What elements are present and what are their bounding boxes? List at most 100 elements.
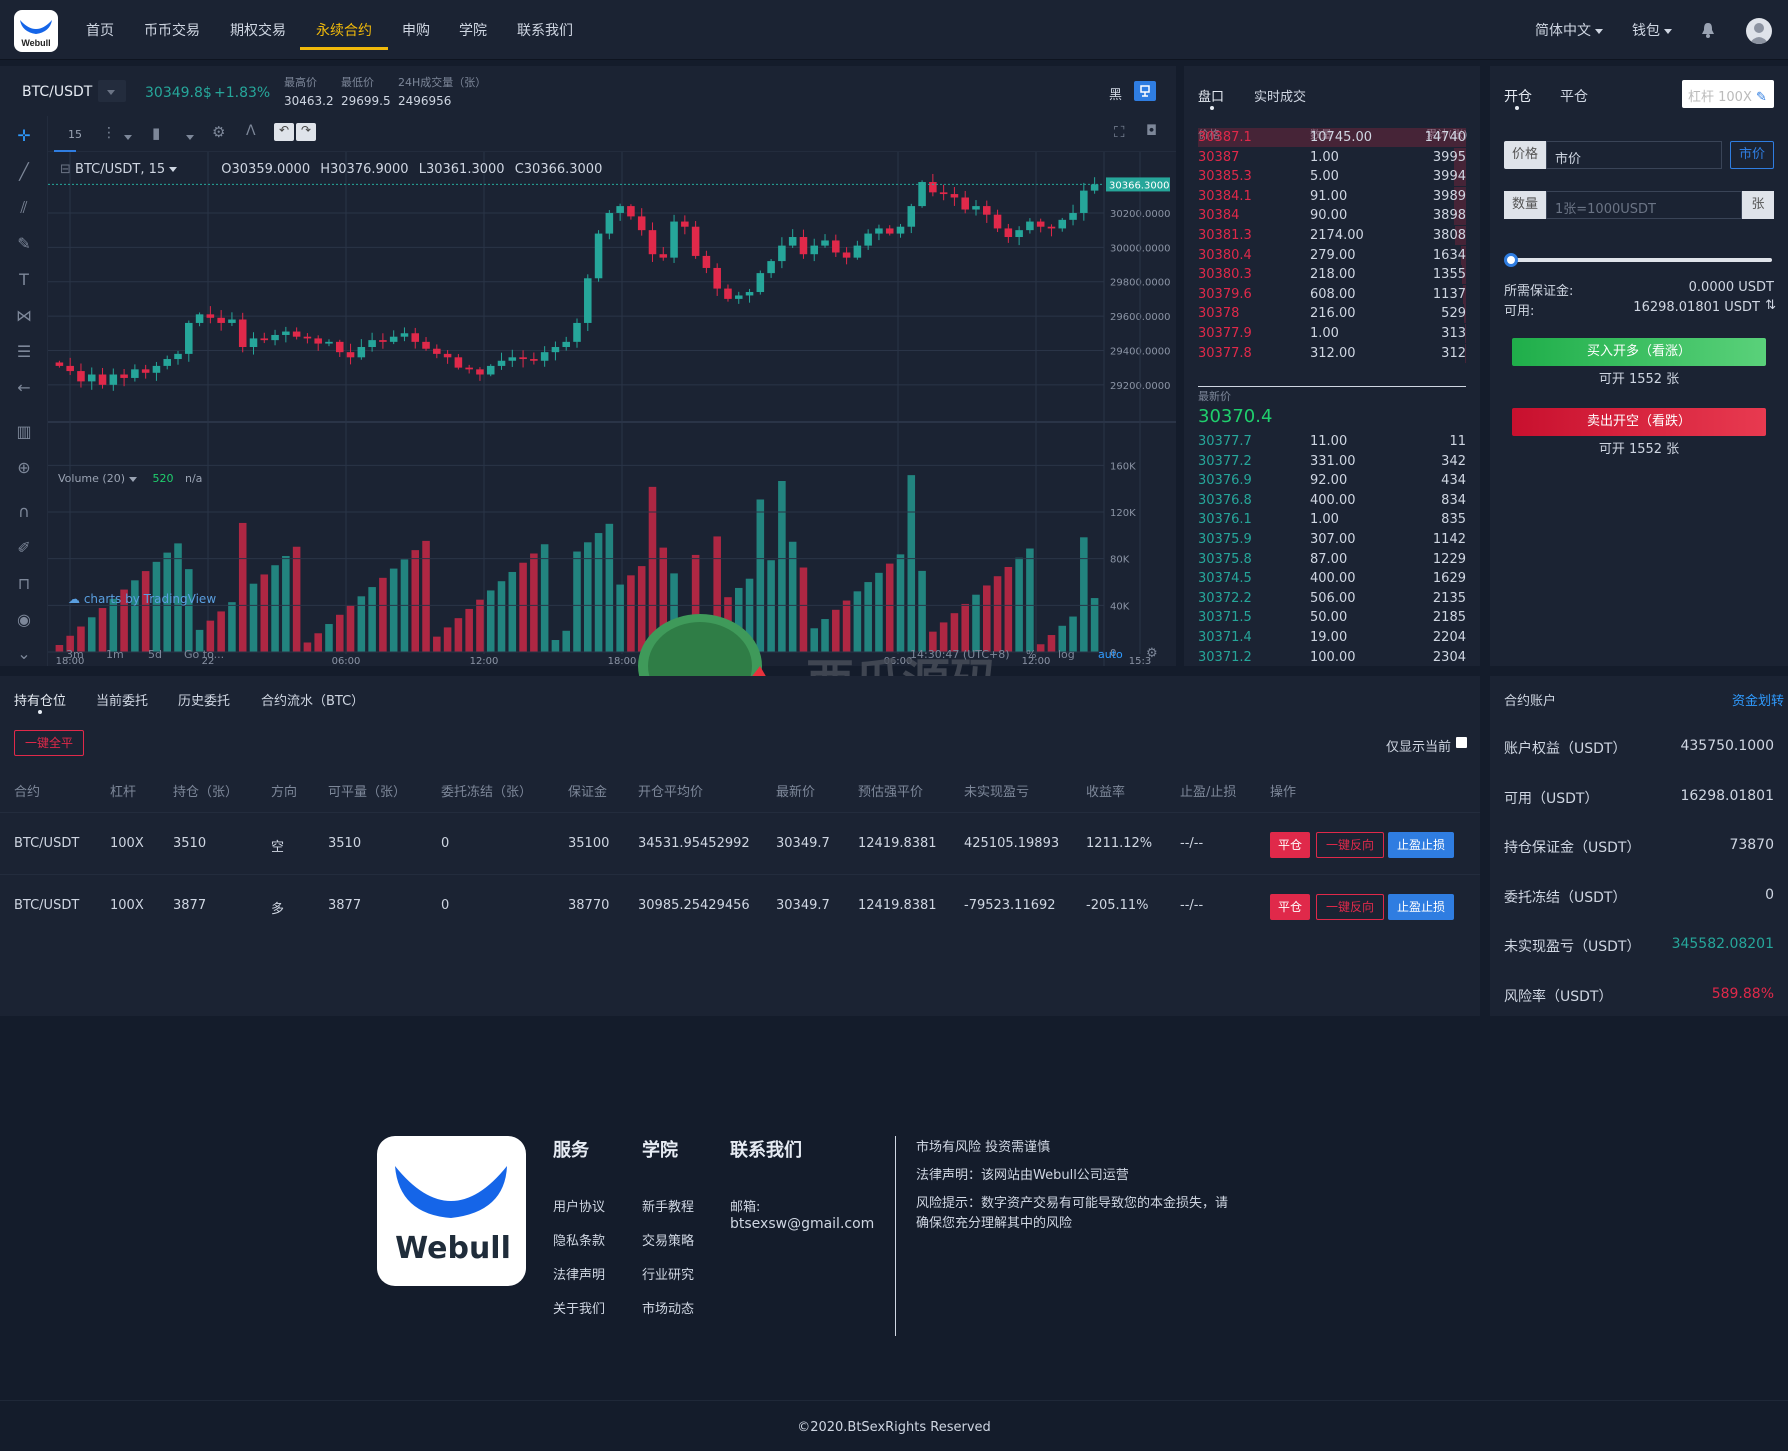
lock-drawing-icon[interactable]: ✐ xyxy=(12,538,36,560)
tab-order-history[interactable]: 历史委托 xyxy=(178,690,230,709)
percent-scale-toggle[interactable]: % xyxy=(1026,648,1036,661)
transfer-icon[interactable]: ⇅ xyxy=(1765,298,1776,313)
volume-label[interactable]: Volume (20) xyxy=(58,472,125,485)
camera-icon[interactable]: ◘ xyxy=(1146,123,1157,139)
arrow-left-icon[interactable]: ← xyxy=(12,378,36,400)
range-5d[interactable]: 5d xyxy=(148,648,162,661)
ask-row[interactable]: 30384 90.00 3898 xyxy=(1198,206,1466,226)
chevron-down-icon[interactable] xyxy=(120,130,132,145)
avatar[interactable] xyxy=(1746,18,1772,44)
ask-row[interactable]: 30377.9 1.00 313 xyxy=(1198,324,1466,343)
eye-icon[interactable]: ◉ xyxy=(12,610,36,632)
bid-row[interactable]: 30371.2 100.00 2304 xyxy=(1198,648,1466,667)
tab-open[interactable]: 开仓 xyxy=(1504,86,1532,106)
measure-icon[interactable]: ☰ xyxy=(12,342,36,364)
fullscreen-icon[interactable]: ⛶ xyxy=(1114,123,1125,141)
bid-row[interactable]: 30372.2 506.00 2135 xyxy=(1198,589,1466,608)
tab-positions[interactable]: 持有仓位 xyxy=(14,690,66,709)
nav-perpetual[interactable]: 永续合约 xyxy=(316,20,372,40)
nav-contact[interactable]: 联系我们 xyxy=(517,20,573,40)
footer-link-research[interactable]: 行业研究 xyxy=(642,1264,694,1283)
ask-row[interactable]: 30384.1 91.00 3989 xyxy=(1198,186,1466,206)
more-intervals-icon[interactable]: ⋮ xyxy=(102,125,116,141)
ask-row[interactable]: 30379.6 608.00 1137 xyxy=(1198,284,1466,304)
bid-row[interactable]: 30375.8 87.00 1229 xyxy=(1198,550,1466,569)
zoom-in-icon[interactable]: ⊕ xyxy=(12,458,36,480)
ask-row[interactable]: 30385.3 5.00 3994 xyxy=(1198,167,1466,187)
footer-link-about[interactable]: 关于我们 xyxy=(553,1298,605,1317)
close-position-button[interactable]: 平仓 xyxy=(1270,832,1310,858)
pair-name[interactable]: BTC/USDT xyxy=(22,84,92,100)
text-icon[interactable]: T xyxy=(12,270,36,292)
fib-icon[interactable]: ⫽ xyxy=(12,198,36,220)
nav-subscribe[interactable]: 申购 xyxy=(402,20,430,40)
bid-row[interactable]: 30377.7 11.00 11 xyxy=(1198,432,1466,451)
bid-row[interactable]: 30376.9 92.00 434 xyxy=(1198,471,1466,490)
bid-row[interactable]: 30375.9 307.00 1142 xyxy=(1198,530,1466,549)
auto-scale-toggle[interactable]: auto xyxy=(1098,648,1123,661)
fund-transfer-link[interactable]: 资金划转 xyxy=(1732,690,1784,709)
tab-close[interactable]: 平仓 xyxy=(1560,86,1588,106)
tab-orderbook[interactable]: 盘口 xyxy=(1198,86,1224,105)
goto-date[interactable]: Go to... xyxy=(184,648,224,661)
trendline-icon[interactable]: ╱ xyxy=(12,162,36,184)
wallet-menu[interactable]: 钱包 xyxy=(1632,20,1672,40)
ask-row[interactable]: 30387 1.00 3995 xyxy=(1198,147,1466,167)
range-1m[interactable]: 1m xyxy=(106,648,124,661)
bid-row[interactable]: 30376.1 1.00 835 xyxy=(1198,510,1466,529)
reverse-position-button[interactable]: 一键反向 xyxy=(1316,832,1384,858)
ruler-icon[interactable]: ▥ xyxy=(12,422,36,444)
qty-slider-handle[interactable] xyxy=(1504,253,1518,267)
tp-sl-button[interactable]: 止盈止损 xyxy=(1388,832,1454,858)
pair-dropdown[interactable] xyxy=(98,80,126,102)
crosshair-icon[interactable]: ✛ xyxy=(12,126,36,148)
tab-contract-ledger[interactable]: 合约流水（BTC） xyxy=(261,690,364,709)
site-logo[interactable]: Webull xyxy=(14,10,58,52)
price-input[interactable]: 市价 xyxy=(1546,141,1722,169)
candlestick-chart[interactable]: 30200.000030000.000029800.000029600.0000… xyxy=(48,152,1176,666)
nav-academy[interactable]: 学院 xyxy=(459,20,487,40)
only-current-checkbox[interactable] xyxy=(1456,737,1467,748)
nav-home[interactable]: 首页 xyxy=(86,20,114,40)
theme-dark-toggle[interactable]: 黑 xyxy=(1109,84,1122,103)
indicators-icon[interactable]: ᐱ xyxy=(246,123,256,139)
ask-row[interactable]: 30387.1 10745.00 14740 xyxy=(1198,128,1466,147)
ask-row[interactable]: 30380.3 218.00 1355 xyxy=(1198,265,1466,285)
bell-icon[interactable] xyxy=(1701,22,1715,42)
ask-row[interactable]: 30380.4 279.00 1634 xyxy=(1198,245,1466,265)
tradingview-credit[interactable]: ☁ charts by TradingView xyxy=(68,592,216,606)
close-position-button[interactable]: 平仓 xyxy=(1270,894,1310,920)
magnet-icon[interactable]: ∩ xyxy=(12,502,36,524)
candle-type-icon[interactable]: ▮ xyxy=(152,124,160,142)
footer-link-legal[interactable]: 法律声明 xyxy=(553,1264,605,1283)
undo-icon[interactable]: ↶ xyxy=(274,123,294,141)
candle-type-dropdown-icon[interactable] xyxy=(182,130,194,145)
ask-row[interactable]: 30378 216.00 529 xyxy=(1198,304,1466,324)
legend-collapse-icon[interactable]: ⊟ xyxy=(60,162,71,177)
expand-tools-icon[interactable]: ⌄ xyxy=(12,644,36,666)
bid-row[interactable]: 30374.5 400.00 1629 xyxy=(1198,569,1466,588)
range-3m[interactable]: 3m xyxy=(66,648,84,661)
lock-icon[interactable]: ⊓ xyxy=(12,574,36,596)
footer-link-strategy[interactable]: 交易策略 xyxy=(642,1230,694,1249)
brush-icon[interactable]: ✎ xyxy=(12,234,36,256)
interval-select[interactable]: 15 xyxy=(68,128,82,141)
ask-row[interactable]: 30381.3 2174.00 3808 xyxy=(1198,226,1466,245)
bid-row[interactable]: 30377.2 331.00 342 xyxy=(1198,452,1466,471)
settings-gear-icon[interactable]: ⚙ xyxy=(212,123,225,141)
footer-link-terms[interactable]: 用户协议 xyxy=(553,1196,605,1215)
bid-row[interactable]: 30371.5 50.00 2185 xyxy=(1198,608,1466,627)
redo-icon[interactable]: ↷ xyxy=(296,123,316,141)
close-all-button[interactable]: 一键全平 xyxy=(14,730,84,756)
pattern-icon[interactable]: ⋈ xyxy=(12,306,36,328)
reverse-position-button[interactable]: 一键反向 xyxy=(1316,894,1384,920)
footer-link-privacy[interactable]: 隐私条款 xyxy=(553,1230,605,1249)
tab-open-orders[interactable]: 当前委托 xyxy=(96,690,148,709)
tab-trades[interactable]: 实时成交 xyxy=(1254,86,1306,105)
footer-email[interactable]: btsexsw@gmail.com xyxy=(730,1216,874,1232)
nav-options[interactable]: 期权交易 xyxy=(230,20,286,40)
buy-long-button[interactable]: 买入开多（看涨） xyxy=(1512,338,1766,366)
market-price-button[interactable]: 市价 xyxy=(1730,141,1774,169)
footer-link-tutorial[interactable]: 新手教程 xyxy=(642,1196,694,1215)
ask-row[interactable]: 30377.8 312.00 312 xyxy=(1198,343,1466,363)
